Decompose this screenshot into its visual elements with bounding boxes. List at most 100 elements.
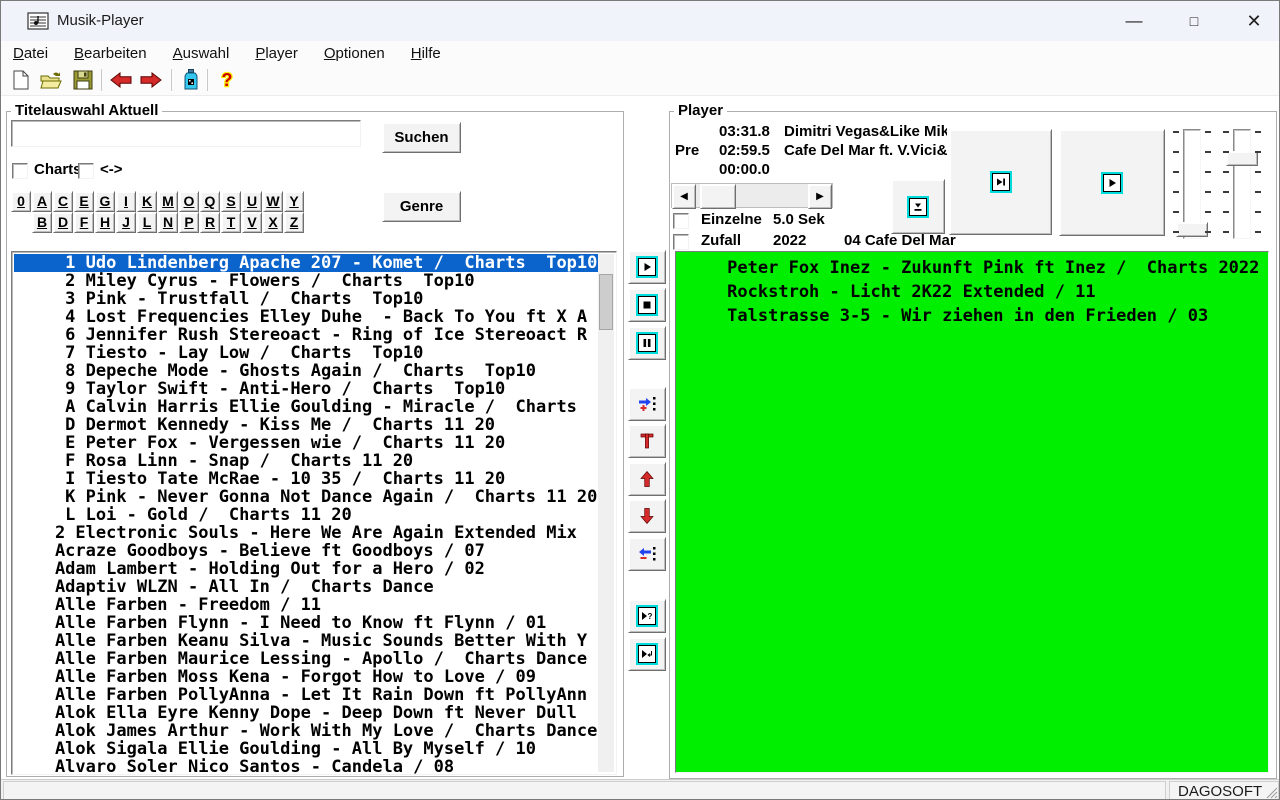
menu-datei[interactable]: Datei — [13, 45, 48, 62]
song-row[interactable]: Alle Farben Maurice Lessing - Apollo / C… — [14, 650, 598, 668]
alpha-button-U[interactable]: U — [242, 191, 262, 212]
move-down-button[interactable] — [628, 499, 666, 533]
song-row[interactable]: Alok James Arthur - Work With My Love / … — [14, 722, 598, 740]
position-scrollbar[interactable]: ◀ ▶ — [671, 183, 833, 208]
alpha-button-P[interactable]: P — [179, 212, 199, 233]
add-to-playlist-button[interactable] — [628, 387, 666, 421]
song-row[interactable]: 6 Jennifer Rush Stereoact - Ring of Ice … — [14, 326, 598, 344]
song-row[interactable]: L Loi - Gold / Charts 11 20 — [14, 506, 598, 524]
song-row[interactable]: 1 Udo Lindenberg Apache 207 - Komet / Ch… — [14, 254, 598, 272]
alpha-button-R[interactable]: R — [200, 212, 220, 233]
dock-down-button[interactable] — [891, 179, 945, 234]
alpha-button-A[interactable]: A — [32, 191, 52, 212]
move-up-button[interactable] — [628, 462, 666, 496]
menu-bearbeiten[interactable]: Bearbeiten — [74, 45, 147, 62]
play-random-button[interactable]: ? — [628, 599, 666, 633]
position-thumb[interactable] — [700, 184, 736, 209]
alpha-button-B[interactable]: B — [32, 212, 52, 233]
menu-optionen[interactable]: Optionen — [324, 45, 385, 62]
menu-player[interactable]: Player — [255, 45, 298, 62]
alpha-button-F[interactable]: F — [74, 212, 94, 233]
song-row[interactable]: F Rosa Linn - Snap / Charts 11 20 — [14, 452, 598, 470]
search-input[interactable] — [11, 120, 361, 147]
alpha-button-D[interactable]: D — [53, 212, 73, 233]
alpha-button-L[interactable]: L — [137, 212, 157, 233]
song-listbox[interactable]: 1 Udo Lindenberg Apache 207 - Komet / Ch… — [11, 251, 617, 775]
song-row[interactable]: 3 Pink - Trustfall / Charts Top10 — [14, 290, 598, 308]
alpha-button-V[interactable]: V — [242, 212, 262, 233]
alpha-button-W[interactable]: W — [263, 191, 283, 212]
alpha-button-O[interactable]: O — [179, 191, 199, 212]
song-row[interactable]: 2 Miley Cyrus - Flowers / Charts Top10 — [14, 272, 598, 290]
open-button[interactable] — [39, 68, 63, 92]
song-row[interactable]: K Pink - Never Gonna Not Dance Again / C… — [14, 488, 598, 506]
song-row[interactable]: Acraze Goodboys - Believe ft Goodboys / … — [14, 542, 598, 560]
alpha-button-E[interactable]: E — [74, 191, 94, 212]
menu-hilfe[interactable]: Hilfe — [411, 45, 441, 62]
next-track-button[interactable] — [949, 129, 1052, 235]
scroll-left-button[interactable]: ◀ — [672, 184, 696, 209]
close-button[interactable]: ✕ — [1231, 1, 1277, 41]
song-row[interactable]: Alle Farben Moss Kena - Forgot How to Lo… — [14, 668, 598, 686]
alpha-button-I[interactable]: I — [116, 191, 136, 212]
einzelne-checkbox[interactable] — [673, 213, 689, 229]
alpha-button-C[interactable]: C — [53, 191, 73, 212]
song-row[interactable]: Alle Farben - Freedom / 11 — [14, 596, 598, 614]
stop-button[interactable] — [628, 288, 666, 322]
song-row[interactable]: Alvaro Soler Nico Santos - Candela / 08 — [14, 758, 598, 774]
genre-button[interactable]: Genre — [382, 191, 461, 222]
alpha-button-G[interactable]: G — [95, 191, 115, 212]
balance-slider-thumb[interactable] — [1176, 222, 1208, 237]
alpha-button-T[interactable]: T — [221, 212, 241, 233]
song-row[interactable]: 7 Tiesto - Lay Low / Charts Top10 — [14, 344, 598, 362]
alpha-button-H[interactable]: H — [95, 212, 115, 233]
menu-auswahl[interactable]: Auswahl — [173, 45, 230, 62]
song-row[interactable]: D Dermot Kennedy - Kiss Me / Charts 11 2… — [14, 416, 598, 434]
song-row[interactable]: Alle Farben PollyAnna - Let It Rain Down… — [14, 686, 598, 704]
song-row[interactable]: Alok Sigala Ellie Goulding - All By Myse… — [14, 740, 598, 758]
volume-slider-thumb[interactable] — [1226, 151, 1258, 166]
alpha-button-Q[interactable]: Q — [200, 191, 220, 212]
help-button[interactable]: ? — [215, 68, 239, 92]
zufall-checkbox[interactable] — [673, 234, 689, 250]
play-selected-button[interactable] — [628, 637, 666, 671]
alpha-button-Y[interactable]: Y — [284, 191, 304, 212]
search-button[interactable]: Suchen — [382, 122, 461, 153]
maximize-button[interactable]: □ — [1171, 1, 1217, 41]
scroll-right-button[interactable]: ▶ — [808, 184, 832, 209]
remove-from-playlist-button[interactable] — [628, 537, 666, 571]
scrollbar-thumb[interactable] — [599, 274, 613, 330]
move-top-button[interactable] — [628, 424, 666, 458]
song-row[interactable]: 9 Taylor Swift - Anti-Hero / Charts Top1… — [14, 380, 598, 398]
song-row[interactable]: I Tiesto Tate McRae - 10 35 / Charts 11 … — [14, 470, 598, 488]
pause-button[interactable] — [628, 326, 666, 360]
song-row[interactable]: Adaptiv WLZN - All In / Charts Dance — [14, 578, 598, 596]
alpha-button-J[interactable]: J — [116, 212, 136, 233]
song-list-scrollbar[interactable] — [598, 254, 614, 772]
song-row[interactable]: 4 Lost Frequencies Elley Duhe - Back To … — [14, 308, 598, 326]
playlist-box[interactable]: Peter Fox Inez - Zukunft Pink ft Inez / … — [675, 251, 1269, 773]
resize-grip[interactable] — [1264, 785, 1278, 799]
charts-checkbox[interactable] — [12, 163, 28, 179]
song-row[interactable]: Alle Farben Keanu Silva - Music Sounds B… — [14, 632, 598, 650]
song-row[interactable]: 8 Depeche Mode - Ghosts Again / Charts T… — [14, 362, 598, 380]
alpha-button-N[interactable]: N — [158, 212, 178, 233]
alpha-button-0[interactable]: 0 — [11, 191, 31, 212]
playlist-row[interactable]: Talstrasse 3-5 - Wir ziehen in den Fried… — [676, 304, 1268, 328]
playlist-row[interactable]: Rockstroh - Licht 2K22 Extended / 11 — [676, 280, 1268, 304]
song-row[interactable]: A Calvin Harris Ellie Goulding - Miracle… — [14, 398, 598, 416]
play-button[interactable] — [628, 250, 666, 284]
minimize-button[interactable]: — — [1111, 1, 1157, 41]
song-row[interactable]: E Peter Fox - Vergessen wie / Charts 11 … — [14, 434, 598, 452]
new-file-button[interactable] — [9, 68, 33, 92]
alpha-button-M[interactable]: M — [158, 191, 178, 212]
alpha-button-K[interactable]: K — [137, 191, 157, 212]
song-row[interactable]: 2 Electronic Souls - Here We Are Again E… — [14, 524, 598, 542]
play-main-button[interactable] — [1059, 129, 1165, 236]
song-row[interactable]: Alle Farben Flynn - I Need to Know ft Fl… — [14, 614, 598, 632]
swap-checkbox[interactable] — [78, 163, 94, 179]
alpha-button-X[interactable]: X — [263, 212, 283, 233]
save-button[interactable] — [71, 68, 95, 92]
song-row[interactable]: Alok Ella Eyre Kenny Dope - Deep Down ft… — [14, 704, 598, 722]
alpha-button-Z[interactable]: Z — [284, 212, 304, 233]
